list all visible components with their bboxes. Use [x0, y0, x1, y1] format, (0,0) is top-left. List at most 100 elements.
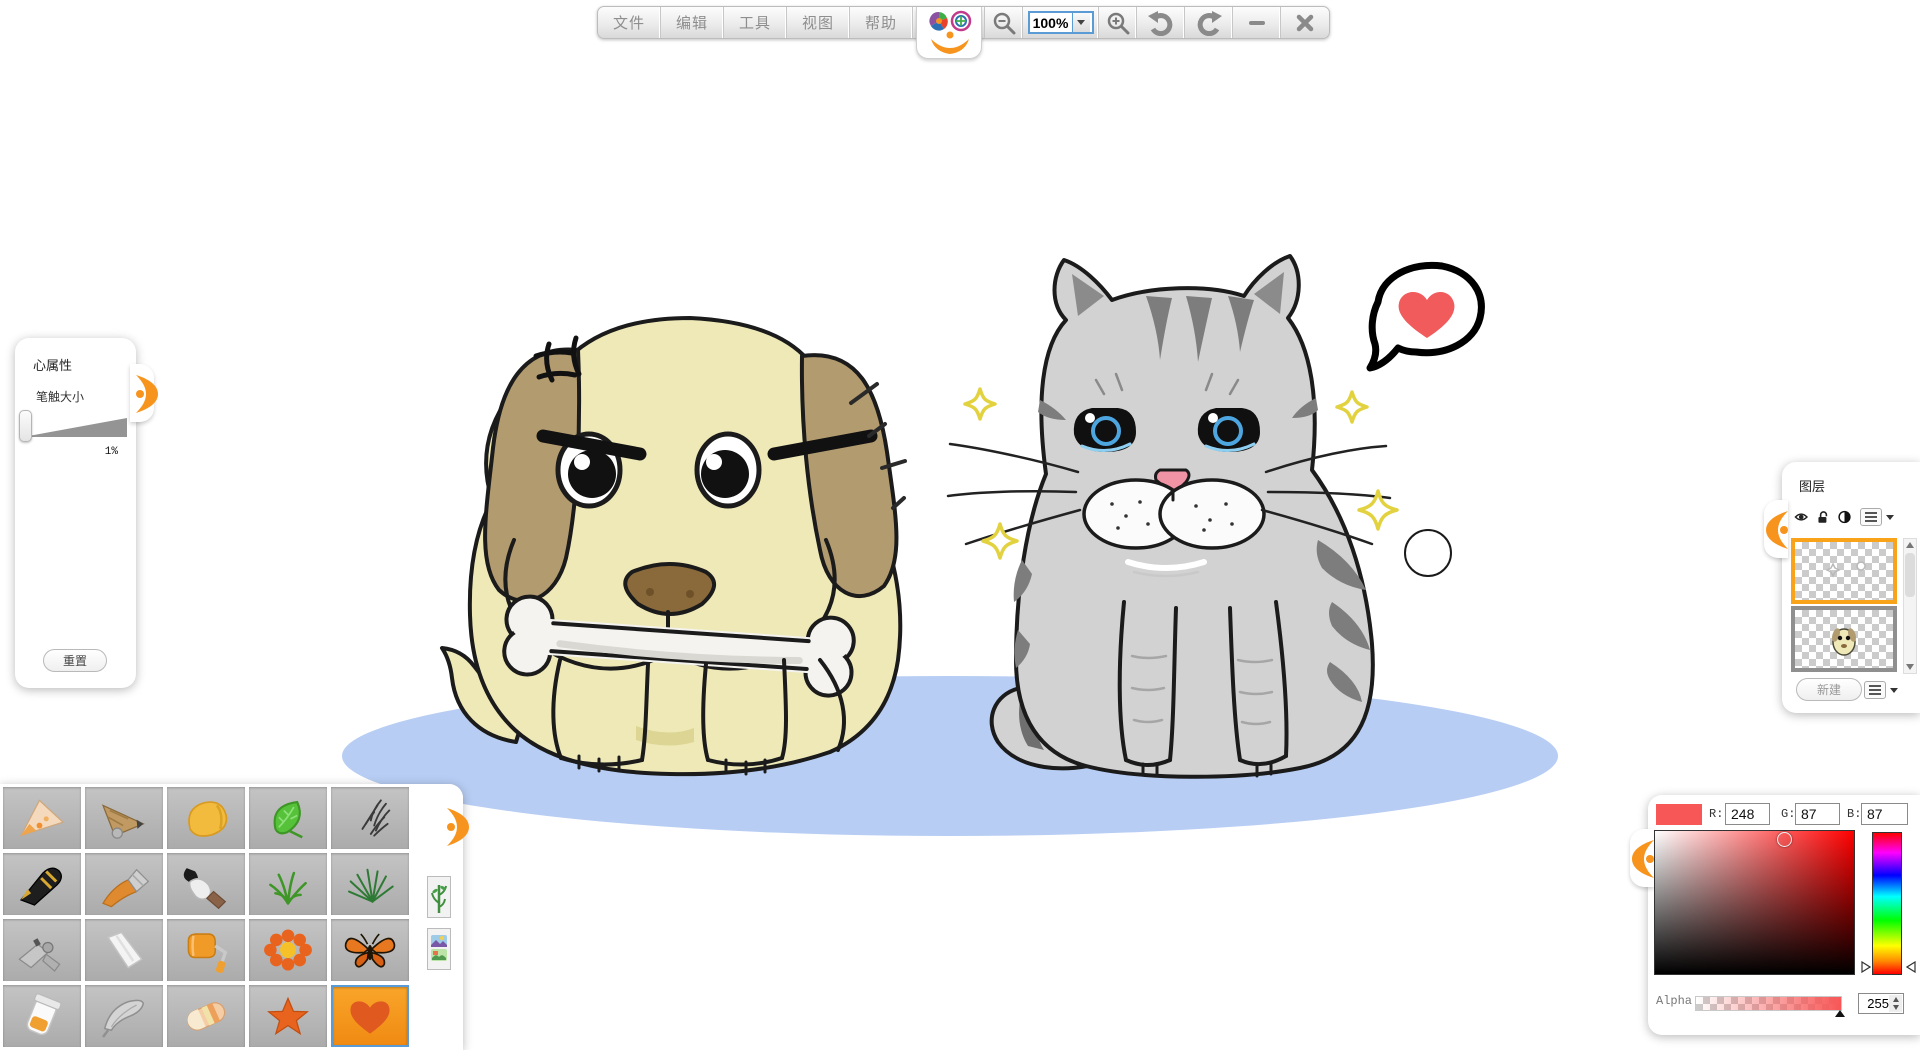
zoom-out-button[interactable]: [985, 7, 1023, 38]
new-layer-button[interactable]: 新建: [1796, 678, 1862, 701]
layers-scrollbar[interactable]: [1903, 538, 1917, 674]
brush-leaf[interactable]: [249, 787, 327, 849]
minimize-icon: [1249, 21, 1265, 25]
layer-lock-icon[interactable]: [1817, 508, 1829, 526]
brush-properties-panel: 心属性 笔触大小 1% 重置: [15, 338, 136, 688]
scroll-up-arrow[interactable]: [1904, 539, 1916, 551]
brush-page-images[interactable]: [427, 928, 451, 970]
zoom-out-icon: [991, 10, 1017, 36]
brush-ink-brush[interactable]: [167, 853, 245, 915]
brush-palette-sidebar: [413, 784, 463, 1050]
green-input[interactable]: [1795, 803, 1840, 825]
close-button[interactable]: [1281, 7, 1329, 38]
scroll-down-arrow[interactable]: [1904, 661, 1916, 673]
layers-options-menu[interactable]: [1864, 681, 1886, 699]
hue-strip[interactable]: [1872, 832, 1902, 975]
sumo-paint-app: { "menubar": { "items": [ { "label": "文件…: [0, 0, 1920, 1050]
color-cursor[interactable]: [1777, 832, 1792, 847]
brush-crayon[interactable]: [167, 787, 245, 849]
reset-button[interactable]: 重置: [43, 649, 107, 672]
menu-help[interactable]: 帮助: [850, 7, 913, 38]
brush-eraser[interactable]: [167, 985, 245, 1047]
alpha-value-box: [1858, 993, 1904, 1014]
brush-paint-roller[interactable]: [167, 919, 245, 981]
chevron-down-icon: [1890, 688, 1898, 693]
menu-view[interactable]: 视图: [787, 7, 850, 38]
scrollbar-thumb[interactable]: [1905, 553, 1915, 597]
panel-ear-icon: [132, 372, 162, 416]
zoom-dropdown-button[interactable]: [1072, 13, 1090, 32]
brush-wood-pencil[interactable]: [85, 787, 163, 849]
layer-row-1[interactable]: [1791, 538, 1897, 604]
alpha-slider[interactable]: [1695, 996, 1842, 1011]
brush-chalk[interactable]: [85, 919, 163, 981]
menu-edit[interactable]: 编辑: [661, 7, 724, 38]
layer-row-2[interactable]: [1791, 606, 1897, 672]
color-picker-panel: R: G: B: Alpha: [1648, 795, 1920, 1035]
slider-handle[interactable]: [19, 410, 32, 442]
undo-button[interactable]: [1137, 7, 1185, 38]
zoom-in-icon: [1105, 10, 1131, 36]
main-toolbar: 文件 编辑 工具 视图 帮助: [597, 6, 1330, 39]
layer-opacity-icon[interactable]: [1838, 508, 1851, 526]
menu-tools[interactable]: 工具: [724, 7, 787, 38]
brush-heart[interactable]: [331, 985, 409, 1047]
panel-ear-icon: [443, 805, 473, 849]
heart-speech-bubble: [1370, 265, 1481, 368]
close-icon: [1296, 14, 1314, 32]
layer1-thumbnail: [1795, 542, 1893, 600]
panel-collapse-handle[interactable]: [130, 364, 154, 422]
image-brushes-icon: [430, 931, 448, 967]
bamboo-brushes-icon: [430, 879, 448, 915]
layers-panel: 图层: [1782, 462, 1920, 713]
brush-airbrush[interactable]: [3, 919, 81, 981]
redo-icon: [1194, 10, 1224, 36]
brush-cursor-circle: [1405, 530, 1451, 576]
layer-visibility-icon[interactable]: [1794, 509, 1808, 525]
alpha-gradient: [1696, 997, 1841, 1010]
layers-collapse-handle[interactable]: [1764, 500, 1788, 558]
dog-drawing: [442, 318, 905, 774]
brush-paintbrush[interactable]: [85, 853, 163, 915]
minimize-button[interactable]: [1233, 7, 1281, 38]
blue-input[interactable]: [1861, 803, 1908, 825]
spinner-down-icon: [1893, 1005, 1899, 1010]
brush-size-slider[interactable]: [19, 410, 131, 446]
slider-track[interactable]: [23, 418, 127, 438]
red-input[interactable]: [1725, 803, 1770, 825]
brush-pine-needles[interactable]: [331, 853, 409, 915]
sumo-clown-logo-icon: [919, 8, 979, 58]
brush-star[interactable]: [249, 985, 327, 1047]
undo-icon: [1146, 10, 1176, 36]
layer-blend-menu[interactable]: [1860, 508, 1882, 526]
brush-flower[interactable]: [249, 919, 327, 981]
palette-collapse-handle[interactable]: [443, 798, 467, 856]
chevron-down-icon: [1077, 20, 1085, 25]
brush-fountain-pen[interactable]: [3, 853, 81, 915]
hue-marker-left[interactable]: [1861, 961, 1871, 973]
alpha-spinner[interactable]: [1889, 995, 1902, 1012]
hue-marker-right[interactable]: [1906, 961, 1916, 973]
brush-blade[interactable]: [85, 985, 163, 1047]
zoom-level-input[interactable]: [1030, 15, 1072, 31]
zoom-level-field[interactable]: [1028, 11, 1094, 34]
brush-grass[interactable]: [249, 853, 327, 915]
layer-list: [1791, 538, 1897, 674]
color-collapse-handle[interactable]: [1630, 829, 1654, 887]
alpha-input[interactable]: [1861, 995, 1889, 1012]
red-label: R:: [1709, 807, 1723, 821]
menu-file[interactable]: 文件: [598, 7, 661, 38]
brush-page-bamboo[interactable]: [427, 876, 451, 918]
alpha-label: Alpha: [1656, 994, 1692, 1008]
alpha-slider-marker[interactable]: [1835, 1010, 1845, 1017]
chevron-down-icon: [1886, 515, 1894, 520]
redo-button[interactable]: [1185, 7, 1233, 38]
sumo-logo-button[interactable]: [913, 7, 985, 38]
brush-fur[interactable]: [331, 787, 409, 849]
zoom-in-button[interactable]: [1099, 7, 1137, 38]
brush-sharp-pencil[interactable]: [3, 787, 81, 849]
saturation-value-square[interactable]: [1654, 830, 1855, 975]
brush-paint-tube[interactable]: [3, 985, 81, 1047]
brush-size-label: 笔触大小: [36, 388, 84, 405]
brush-butterfly[interactable]: [331, 919, 409, 981]
